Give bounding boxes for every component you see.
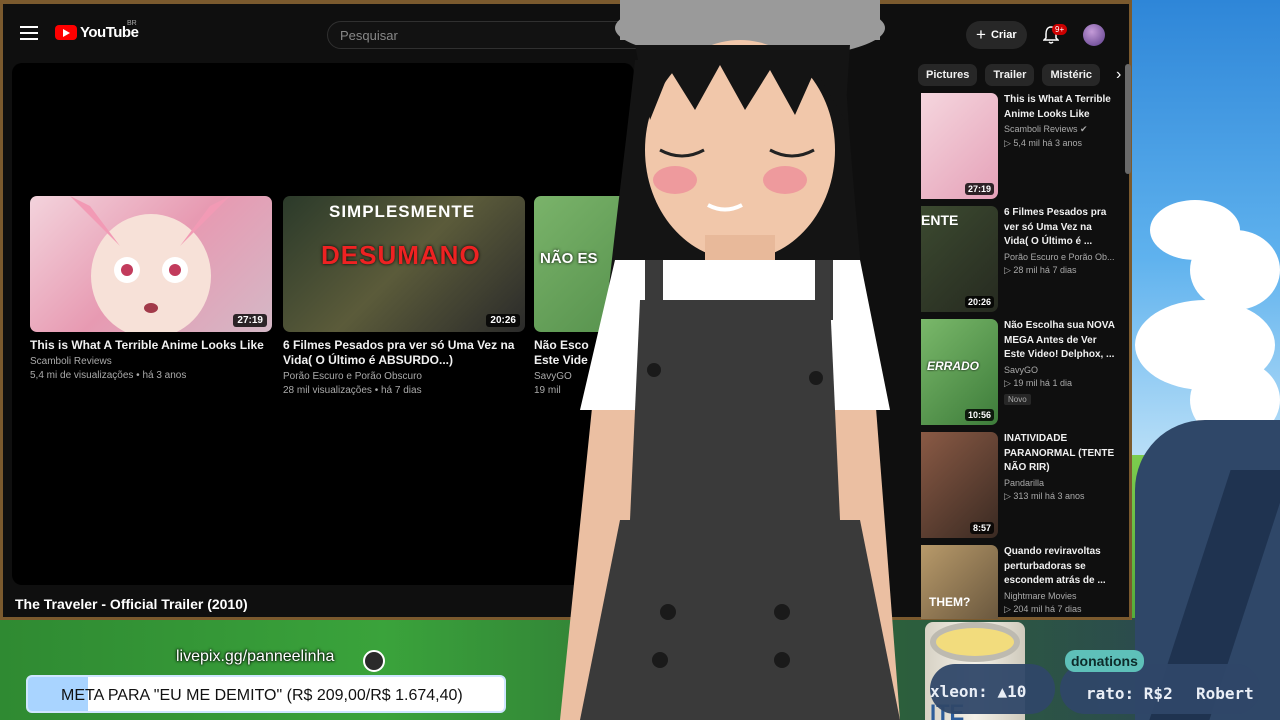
hamburger-menu-icon[interactable]	[20, 26, 38, 40]
triangle-icon: ▲	[997, 682, 1008, 701]
related-video[interactable]: 8:57 INATIVIDADE PARANORMAL (TENTE NÃO R…	[921, 432, 1121, 542]
endscreen-card[interactable]: 27:19 This is What A Terrible Anime Look…	[30, 196, 272, 383]
background-sky	[1130, 0, 1280, 470]
related-channel: Pandarilla	[1004, 477, 1045, 488]
meta-text: 313 mil há 3 anos	[1013, 490, 1085, 501]
plus-icon: +	[976, 25, 986, 44]
related-title: INATIVIDADE PARANORMAL (TENTE NÃO RIR)	[1004, 433, 1115, 473]
related-title: Não Escolha sua NOVA MEGA Antes de Ver E…	[1004, 320, 1115, 360]
user-avatar[interactable]	[1083, 24, 1105, 46]
create-label: Criar	[990, 29, 1017, 41]
video-duration: 20:26	[486, 314, 520, 327]
meta-text: 19 mil há 1 dia	[1013, 377, 1072, 388]
play-icon: ▷	[1004, 138, 1014, 148]
thumbnail-text-overlay: DESUMANO	[321, 240, 481, 270]
related-video[interactable]: 27:19 This is What A Terrible Anime Look…	[921, 93, 1121, 203]
play-icon: ▷	[1004, 603, 1014, 614]
video-duration: 8:57	[969, 522, 994, 534]
create-button[interactable]: + Criar	[966, 21, 1027, 49]
video-duration: 20:26	[964, 296, 994, 308]
related-video[interactable]: THEM? Quando reviravoltas perturbadoras …	[921, 545, 1121, 619]
ticker-entry-3: Robert	[1196, 684, 1254, 703]
play-icon: ▷	[1004, 377, 1014, 388]
related-meta: ▷ 5,4 mil há 3 anos	[1004, 138, 1116, 149]
endscreen-meta: 28 mil visualizações • há 7 dias	[283, 385, 422, 396]
related-title: Quando reviravoltas perturbadoras se esc…	[1004, 546, 1106, 586]
endscreen-title[interactable]: This is What A Terrible Anime Looks Like	[30, 338, 272, 353]
meta-text: 28 mil há 7 dias	[1013, 264, 1077, 275]
video-duration: 27:19	[233, 314, 267, 327]
donation-goal-text: META PARA "EU ME DEMITO" (R$ 209,00/R$ 1…	[61, 687, 463, 704]
youtube-play-icon	[55, 25, 77, 40]
related-title: This is What A Terrible Anime Looks Like	[1004, 94, 1111, 120]
donations-label: donations	[1065, 650, 1144, 672]
livepix-icon	[363, 650, 385, 672]
endscreen-meta: 5,4 mi de visualizações • há 3 anos	[30, 370, 187, 381]
related-channel: SavyGO	[1004, 364, 1039, 375]
ticker-entry-1: xleon: ▲10	[930, 682, 1026, 701]
paint-can-top	[930, 622, 1020, 662]
chevron-right-icon[interactable]: ›	[1116, 66, 1121, 84]
play-icon: ▷	[1004, 490, 1014, 501]
livepix-url: livepix.gg/panneelinha	[176, 648, 335, 665]
anime-face-illustration	[70, 196, 230, 332]
endscreen-thumbnail: 27:19	[30, 196, 272, 332]
donation-goal-bar: META PARA "EU ME DEMITO" (R$ 209,00/R$ 1…	[26, 675, 506, 713]
scrollbar[interactable]	[1125, 54, 1131, 614]
related-video[interactable]: ERRADO 10:56 Não Escolha sua NOVA MEGA A…	[921, 319, 1121, 429]
region-label: BR	[127, 20, 137, 27]
endscreen-channel[interactable]: Porão Escuro e Porão Obscuro	[283, 370, 525, 384]
meta-text: 204 mil há 7 dias	[1013, 603, 1082, 614]
verified-icon: ✔	[1080, 124, 1088, 134]
ticker-name: xleon:	[930, 682, 998, 701]
related-meta: ▷ 28 mil há 7 dias	[1004, 265, 1116, 276]
related-channel: Nightmare Movies	[1004, 590, 1077, 601]
video-title: The Traveler - Official Trailer (2010)	[15, 596, 248, 612]
related-title: 6 Filmes Pesados pra ver só Uma Vez na V…	[1004, 207, 1107, 247]
notification-badge: 9+	[1052, 24, 1068, 35]
ticker-entry-2: rato: R$2	[1086, 684, 1173, 703]
title-line: Vida( O Último é ABSURDO...)	[283, 353, 454, 367]
title-line: 6 Filmes Pesados pra ver só Uma Vez na	[283, 338, 515, 352]
endscreen-title[interactable]: 6 Filmes Pesados pra ver só Uma Vez na V…	[283, 338, 525, 368]
endscreen-thumbnail: SIMPLESMENTE DESUMANO 20:26	[283, 196, 525, 332]
thumbnail-text-top: SIMPLESMENTE	[329, 202, 476, 221]
video-duration: 10:56	[964, 409, 994, 421]
vtuber-avatar	[560, 0, 900, 720]
meta-text: 5,4 mil há 3 anos	[1013, 138, 1082, 148]
endscreen-channel[interactable]: Scamboli Reviews	[30, 355, 272, 369]
chip-trailer[interactable]: Trailer	[985, 64, 1035, 86]
related-channel: Scamboli Reviews ✔	[1004, 124, 1116, 135]
title-line: This is What A Terrible Anime Looks Like	[30, 338, 264, 352]
related-channel: Porão Escuro e Porão Ob...	[1004, 251, 1115, 262]
related-meta: ▷ 19 mil há 1 dia	[1004, 378, 1116, 389]
video-duration: 27:19	[964, 183, 994, 195]
youtube-logo[interactable]: YouTube BR	[55, 20, 139, 41]
chip-misterio[interactable]: Mistéric	[1042, 64, 1101, 86]
endscreen-card[interactable]: SIMPLESMENTE DESUMANO 20:26 6 Filmes Pes…	[283, 196, 525, 398]
ticker-amount: 10	[1007, 682, 1027, 701]
related-meta: ▷ 204 mil há 7 dias	[1004, 604, 1116, 615]
scrollbar-thumb[interactable]	[1125, 64, 1131, 174]
related-meta: ▷ 313 mil há 3 anos	[1004, 491, 1116, 502]
play-icon: ▷	[1004, 264, 1014, 275]
related-video[interactable]: ENTE 20:26 6 Filmes Pesados pra ver só U…	[921, 206, 1121, 316]
channel-name: Scamboli Reviews	[1004, 124, 1078, 134]
new-badge: Novo	[1004, 393, 1031, 405]
